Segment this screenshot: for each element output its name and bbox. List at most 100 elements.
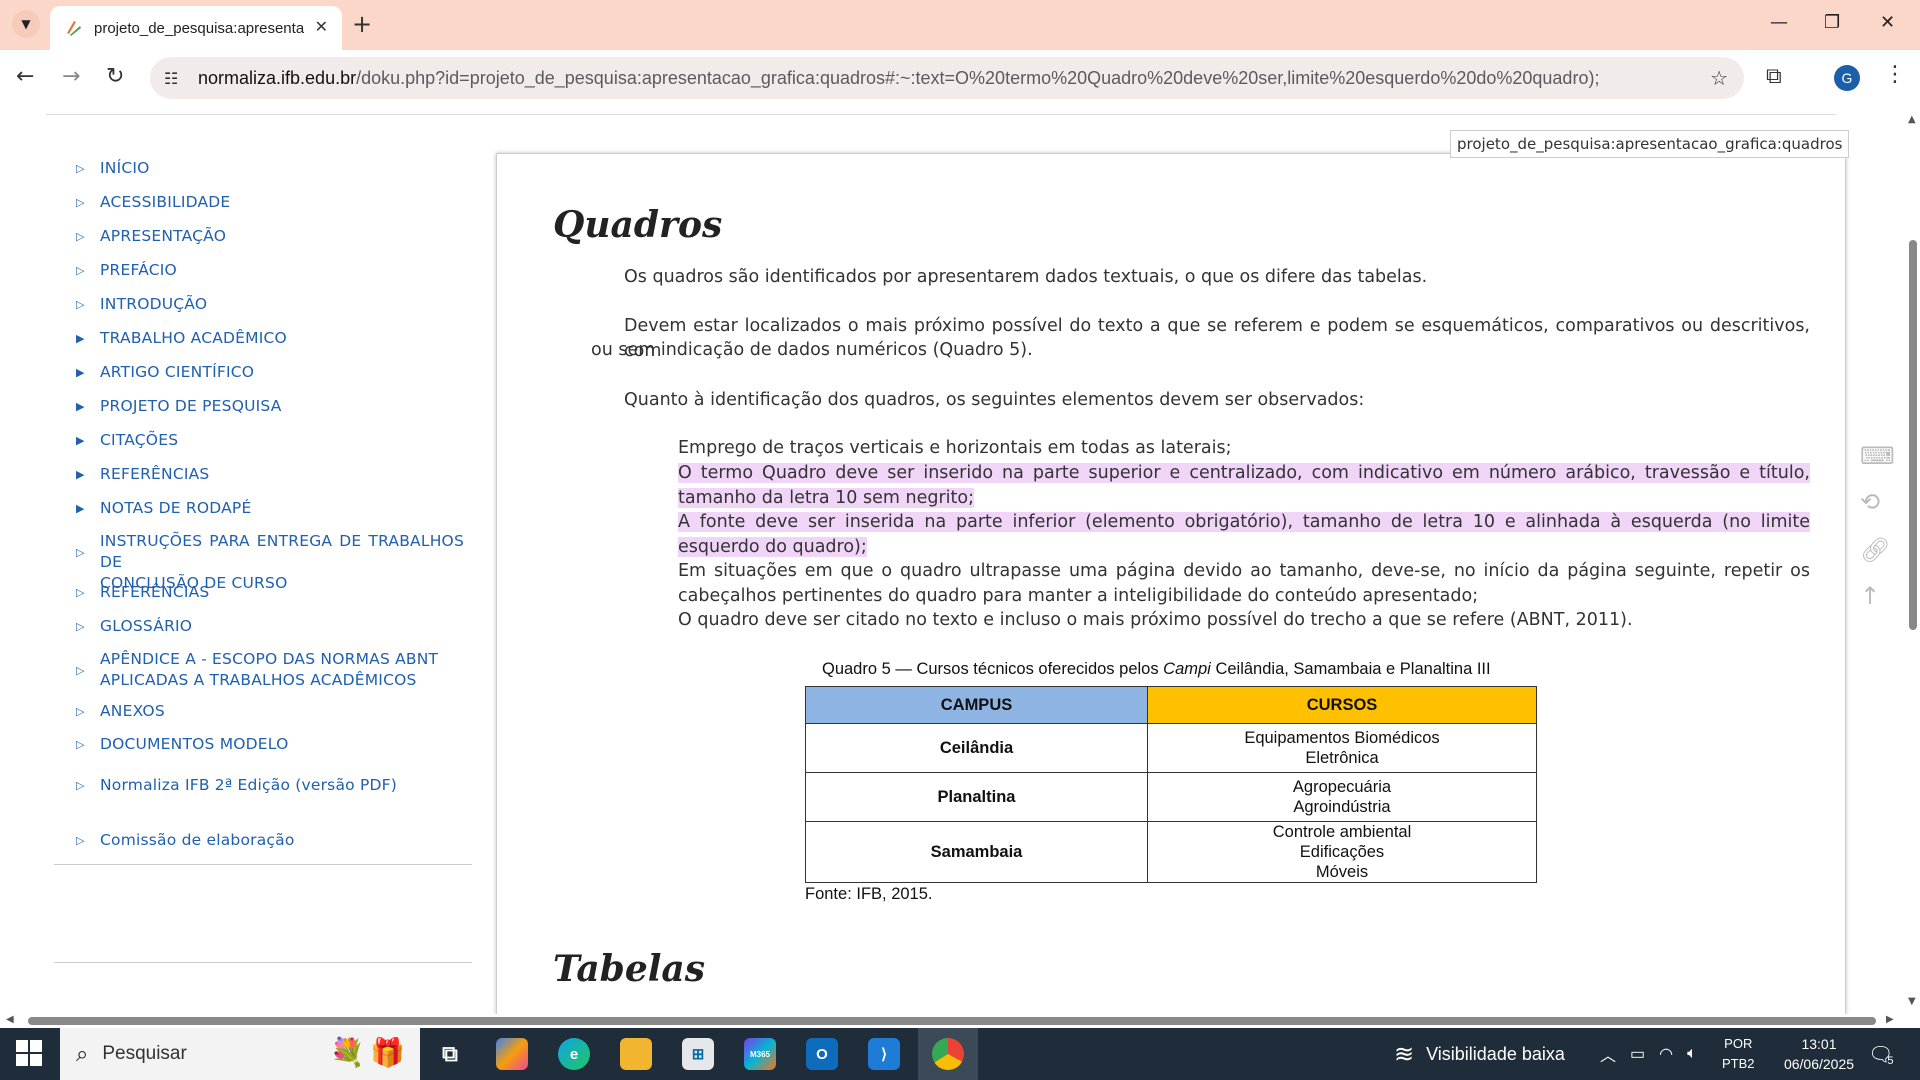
battery-icon[interactable]: ▭ [1630, 1044, 1645, 1064]
tab-search-button[interactable]: ▼ [12, 10, 40, 38]
expand-arrow-icon: ▶ [76, 332, 85, 345]
highlighted-text: O termo Quadro deve ser inserido na part… [678, 463, 1810, 508]
sidebar-item[interactable]: ▷ DOCUMENTOS MODELO [54, 734, 288, 755]
reload-icon[interactable]: ↻ [106, 64, 124, 89]
vertical-scrollbar[interactable]: ▲ ▼ [1906, 108, 1920, 1014]
sidebar-item-label: CITAÇÕES [100, 430, 178, 451]
list-item: A fonte deve ser inserida na parte infer… [678, 510, 1810, 559]
expand-arrow-icon: ▶ [76, 400, 85, 413]
close-window-icon[interactable]: ✕ [1880, 12, 1895, 33]
weather-widget[interactable]: ≋ Visibilidade baixa [1394, 1028, 1565, 1080]
highlighted-text: A fonte deve ser inserida na parte infer… [678, 512, 1810, 557]
sidebar-item[interactable]: ▷ ACESSIBILIDADE [54, 192, 464, 213]
label-line: ACESSIBILIDADE [100, 193, 231, 211]
table-row: Planaltina Agropecuária Agroindústria [805, 772, 1537, 822]
scroll-left-icon[interactable]: ◀ [6, 1014, 14, 1025]
list-item-text: O quadro deve ser citado no texto e incl… [678, 610, 1633, 630]
minimize-icon[interactable]: — [1770, 12, 1788, 33]
sidebar-item[interactable]: ▶ NOTAS DE RODAPÉ [54, 498, 464, 519]
sidebar-item[interactable]: ▷ APÊNDICE A - ESCOPO DAS NORMAS ABNT APLI… [54, 649, 464, 691]
wifi-icon[interactable]: ◠ [1659, 1044, 1673, 1064]
file-explorer-icon[interactable] [620, 1038, 652, 1070]
link-icon[interactable]: 🔗︎ [1860, 536, 1890, 564]
back-to-top-icon[interactable]: ↑ [1860, 582, 1880, 610]
lang-code: POR [1724, 1036, 1753, 1051]
url-domain: normaliza.ifb.edu.br [198, 67, 357, 88]
task-view-icon[interactable]: ⧉ [434, 1038, 466, 1070]
sidebar-item[interactable]: ▷ REFERÊNCIAS [54, 582, 464, 603]
quadro-table: CAMPUS CURSOS Ceilândia Equipamentos Biom… [805, 686, 1537, 883]
sidebar-item-label: PROJETO DE PESQUISA [100, 396, 282, 417]
restore-icon[interactable]: ❐ [1824, 12, 1840, 33]
sidebar-item[interactable]: ▶ CITAÇÕES [54, 430, 464, 451]
edit-source-icon[interactable]: ⌨ [1860, 442, 1895, 470]
sidebar-item[interactable]: ▶ REFERÊNCIAS [54, 464, 464, 485]
sidebar-item[interactable]: ▶ ARTIGO CIENTÍFICO [54, 362, 464, 383]
windows-start-icon[interactable] [16, 1040, 44, 1068]
sidebar-item[interactable]: ▷ GLOSSÁRIO [54, 616, 464, 637]
sidebar-item[interactable]: ▷ Comissão de elaboração [54, 830, 295, 851]
sidebar-item[interactable]: ▶ TRABALHO ACADÊMICO [54, 328, 464, 349]
campus-cell: Samambaia [805, 821, 1148, 883]
vscode-icon[interactable]: ⟩ [868, 1038, 900, 1070]
address-bar[interactable]: ☷ normaliza.ifb.edu.br/doku.php?id=proje… [150, 57, 1744, 99]
sidebar-item[interactable]: ▷ PREFÁCIO [54, 260, 464, 281]
sidebar-item[interactable]: ▷ ANEXOS [54, 701, 464, 722]
browser-chrome: ▼ projeto_de_pesquisa:apresentac ✕ + — ❐… [0, 0, 1920, 108]
bullet-arrow-icon: ▷ [76, 230, 85, 243]
expand-arrow-icon: ▶ [76, 502, 85, 515]
sidebar-item[interactable]: ▷ Normaliza IFB 2ª Edição (versão PDF) [54, 775, 397, 796]
label-line: REFERÊNCIAS [100, 465, 210, 483]
horizontal-scroll-thumb[interactable] [28, 1017, 1876, 1025]
curso-name: Controle ambiental [1272, 823, 1412, 841]
scroll-down-icon[interactable]: ▼ [1908, 996, 1916, 1007]
scroll-right-icon[interactable]: ▶ [1886, 1014, 1894, 1025]
sidebar-item[interactable]: ▷ APRESENTAÇÃO [54, 226, 464, 247]
copilot-icon[interactable] [496, 1038, 528, 1070]
outlook-icon[interactable]: O [806, 1038, 838, 1070]
taskbar-search[interactable]: ⌕ Pesquisar 💐 🎁 [60, 1028, 420, 1080]
page-id-label: projeto_de_pesquisa:apresentacao_grafica… [1450, 130, 1850, 158]
curso-name: Agropecuária [1292, 778, 1392, 796]
tray-chevron-icon[interactable]: ︿ [1600, 1042, 1616, 1066]
new-tab-button[interactable]: + [352, 12, 372, 36]
history-icon[interactable]: ⟲ [1860, 488, 1880, 516]
site-info-icon[interactable]: ☷ [164, 69, 188, 88]
edge-icon[interactable]: e [558, 1038, 590, 1070]
active-tab[interactable]: projeto_de_pesquisa:apresentac ✕ [50, 6, 342, 50]
web-page: ▷ INÍCIO ▷ ACESSIBILIDADE ▷ APRESENTAÇÃO ▷ PREF… [0, 108, 1906, 1014]
sidebar-item[interactable]: ▶ PROJETO DE PESQUISA [54, 396, 464, 417]
close-tab-icon[interactable]: ✕ [315, 17, 328, 36]
clock-time: 13:01 [1801, 1036, 1837, 1052]
clock[interactable]: 13:01 06/06/2025 [1774, 1028, 1864, 1080]
bookmark-star-icon[interactable]: ☆ [1710, 66, 1728, 90]
forward-icon[interactable]: → [62, 64, 80, 89]
url-text[interactable]: normaliza.ifb.edu.br/doku.php?id=projeto… [198, 68, 1698, 89]
back-icon[interactable]: ← [16, 64, 34, 89]
curso-name: Móveis [1315, 863, 1369, 881]
volume-icon[interactable]: 🔈︎ [1687, 1045, 1697, 1063]
language-indicator[interactable]: POR PTB2 [1722, 1028, 1755, 1080]
horizontal-scrollbar[interactable]: ◀ ▶ [0, 1014, 1906, 1028]
sidebar-item[interactable]: ▷ INÍCIO [54, 158, 464, 179]
profile-avatar[interactable]: G [1834, 65, 1860, 91]
windows-taskbar: ⌕ Pesquisar 💐 🎁 ⧉ e ⊞ M365 O ⟩ ≋ Visibil… [0, 1028, 1920, 1080]
notifications-icon[interactable]: 🗨︎ 5 [1868, 1028, 1894, 1080]
sidebar-divider [54, 962, 472, 963]
label-line: ANEXOS [100, 702, 165, 720]
vertical-scroll-thumb[interactable] [1909, 240, 1917, 630]
menu-kebab-icon[interactable]: ⋮ [1884, 62, 1906, 87]
m365-icon[interactable]: M365 [744, 1038, 776, 1070]
chrome-icon[interactable] [932, 1038, 964, 1070]
scroll-up-icon[interactable]: ▲ [1908, 114, 1916, 125]
bullet-arrow-icon: ▷ [76, 586, 85, 599]
search-placeholder: Pesquisar [102, 1043, 187, 1064]
tab-bar: ▼ projeto_de_pesquisa:apresentac ✕ + — ❐… [0, 0, 1920, 50]
sidebar-item[interactable]: ▷ INTRODUÇÃO [54, 294, 464, 315]
label-line: APRESENTAÇÃO [100, 227, 227, 245]
label-line: APLICADAS A TRABALHOS ACADÊMICOS [100, 671, 417, 689]
extensions-icon[interactable]: ⧉ [1766, 64, 1782, 89]
sidebar-item-label: Normaliza IFB 2ª Edição (versão PDF) [100, 776, 398, 794]
store-icon[interactable]: ⊞ [682, 1038, 714, 1070]
header-campus: CAMPUS [805, 686, 1148, 724]
